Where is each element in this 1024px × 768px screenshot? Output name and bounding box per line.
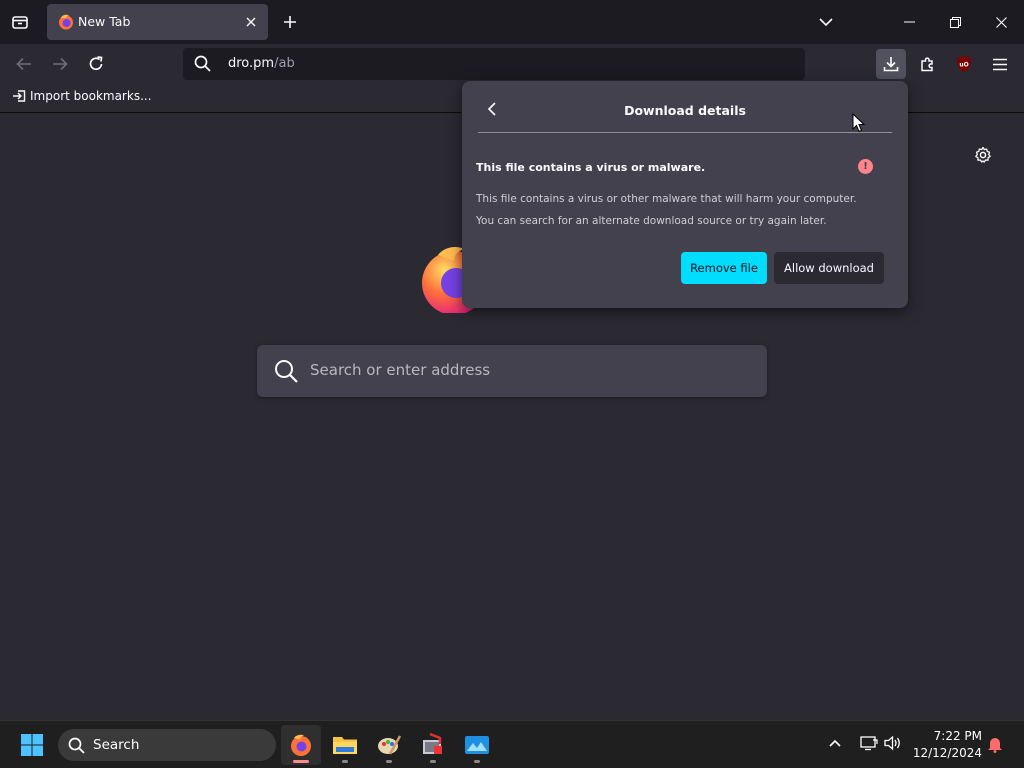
photos-icon [465, 736, 489, 754]
chevron-down-icon [819, 17, 833, 26]
back-arrow-icon [16, 57, 31, 71]
clock-date[interactable]: 12/12/2024 [912, 746, 982, 760]
panel-title: Download details [624, 103, 746, 118]
back-button[interactable] [9, 49, 39, 79]
panel-divider [478, 132, 892, 133]
restore-button[interactable] [934, 4, 976, 40]
running-indicator [342, 760, 348, 763]
chevron-up-icon [829, 739, 841, 747]
download-icon [883, 57, 899, 72]
firefox-favicon-icon [58, 14, 74, 30]
import-bookmarks-button[interactable]: Import bookmarks... [12, 89, 152, 103]
import-icon [13, 90, 26, 102]
minimize-button[interactable] [888, 4, 930, 40]
hamburger-menu-icon [993, 58, 1007, 70]
malware-description-line1: This file contains a virus or other malw… [476, 193, 857, 205]
app-menu-button[interactable] [985, 49, 1015, 79]
reload-button[interactable] [81, 49, 111, 79]
taskbar-photos[interactable] [457, 725, 497, 765]
volume-icon[interactable] [884, 735, 902, 755]
malware-heading: This file contains a virus or malware. [476, 161, 706, 174]
firefox-icon [291, 734, 311, 756]
close-icon [246, 17, 256, 27]
gear-icon [975, 146, 991, 163]
folder-icon [333, 737, 357, 754]
settings-gear-button[interactable] [972, 144, 994, 166]
puzzle-icon [921, 57, 933, 72]
newtab-search-box[interactable]: Search or enter address [257, 345, 767, 397]
extensions-button[interactable] [913, 49, 943, 79]
close-icon [995, 16, 1007, 28]
url-path: /ab [274, 56, 295, 71]
svg-text:uO: uO [959, 62, 968, 69]
search-icon [274, 359, 298, 387]
malware-description-line2: You can search for an alternate download… [476, 215, 827, 227]
taskbar-firefox[interactable] [281, 725, 321, 765]
installer-package-icon [423, 732, 442, 754]
mouse-cursor-icon [852, 112, 866, 137]
window-close-button[interactable] [980, 4, 1022, 40]
downloads-button[interactable] [876, 49, 906, 79]
running-indicator [386, 760, 392, 763]
taskbar-search-box[interactable]: Search [58, 729, 276, 761]
windows-taskbar: Search 7:22 PM 12/12/2024 [0, 720, 1024, 768]
tab-strip: New Tab [0, 0, 1024, 44]
download-details-panel: Download details This file contains a vi… [462, 81, 908, 308]
firefox-view-button[interactable] [6, 9, 34, 35]
ublock-shield-icon: uO [957, 56, 971, 72]
forward-arrow-icon [53, 57, 68, 71]
start-button[interactable] [14, 729, 50, 761]
new-tab-button[interactable] [278, 9, 302, 35]
import-bookmarks-label: Import bookmarks... [30, 89, 152, 103]
show-hidden-icons-button[interactable] [828, 735, 842, 754]
tab-close-button[interactable] [242, 13, 260, 31]
allow-download-button[interactable]: Allow download [774, 252, 884, 284]
navigation-toolbar: dro.pm/ab uO [0, 44, 1024, 84]
warning-icon: ! [858, 159, 873, 174]
clock-time[interactable]: 7:22 PM [920, 729, 982, 743]
running-indicator [430, 760, 436, 763]
taskbar-search-label: Search [93, 737, 140, 753]
remove-file-button[interactable]: Remove file [681, 252, 767, 284]
url-bar[interactable]: dro.pm/ab [183, 48, 805, 80]
active-indicator [293, 760, 309, 763]
search-icon [68, 737, 85, 758]
paint-palette-icon [378, 735, 402, 755]
tab-new-tab[interactable]: New Tab [47, 4, 268, 40]
url-text[interactable]: dro.pm/ab [228, 56, 295, 71]
taskbar-paint[interactable] [369, 725, 409, 765]
network-icon[interactable] [860, 735, 878, 755]
url-host: dro.pm [228, 56, 275, 71]
tab-title: New Tab [78, 14, 131, 29]
restore-icon [949, 16, 961, 28]
minimize-icon [903, 21, 915, 23]
firefox-view-icon [12, 16, 28, 29]
search-placeholder: Search or enter address [310, 361, 491, 379]
taskbar-installer[interactable] [413, 725, 453, 765]
windows-logo-icon [21, 734, 43, 756]
notification-bell-icon[interactable] [987, 735, 1003, 757]
running-indicator [474, 760, 480, 763]
ublock-origin-button[interactable]: uO [949, 49, 979, 79]
list-all-tabs-button[interactable] [812, 9, 840, 35]
plus-icon [284, 16, 296, 28]
search-icon [194, 55, 211, 76]
reload-icon [89, 56, 103, 71]
forward-button[interactable] [45, 49, 75, 79]
taskbar-file-explorer[interactable] [325, 725, 365, 765]
